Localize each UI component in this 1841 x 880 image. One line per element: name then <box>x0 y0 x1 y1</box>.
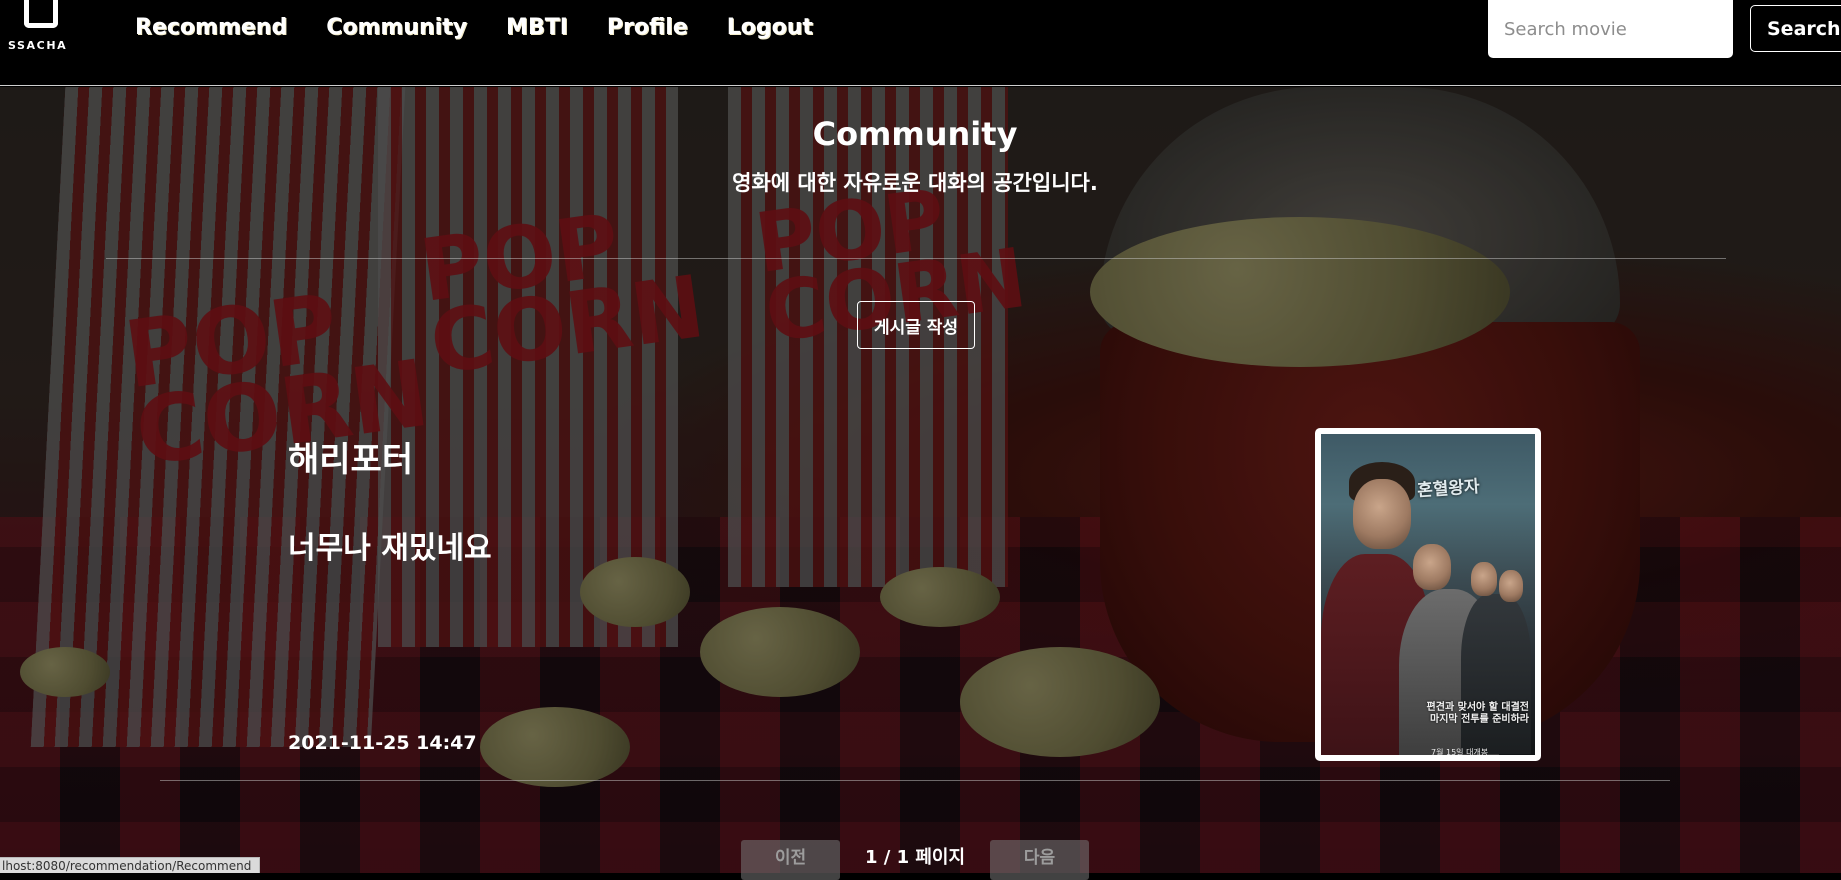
pagination: 이전 1 / 1 페이지 다음 <box>741 840 1091 880</box>
nav-link-profile[interactable]: Profile <box>607 12 688 44</box>
poster-image: 혼혈왕자 편견과 맞서야 할 대결전 마지막 전투를 준비하라 7월 15일 대… <box>1321 434 1535 755</box>
movie-poster[interactable]: 혼혈왕자 편견과 맞서야 할 대결전 마지막 전투를 준비하라 7월 15일 대… <box>1315 428 1541 761</box>
divider <box>106 258 1726 259</box>
prev-page-button[interactable]: 이전 <box>741 840 840 880</box>
poster-face <box>1471 562 1497 596</box>
community-page: Community 영화에 대한 자유로운 대화의 공간입니다. 게시글 작성 … <box>0 87 1841 880</box>
browser-status-url: lhost:8080/recommendation/Recommend <box>0 857 261 873</box>
poster-face <box>1353 479 1411 549</box>
post-title[interactable]: 해리포터 <box>288 432 413 481</box>
top-navbar: SSACHA Recommend Community MBTI Profile … <box>0 0 1841 86</box>
nav-links: Recommend Community MBTI Profile Logout <box>135 12 852 44</box>
poster-caption: 편견과 맞서야 할 대결전 마지막 전투를 준비하라 <box>1426 702 1529 725</box>
poster-figure <box>1461 594 1531 754</box>
page-title: Community <box>812 115 1018 153</box>
ssacha-logo[interactable]: SSACHA <box>8 0 84 52</box>
search-input[interactable] <box>1488 0 1733 58</box>
post-date: 2021-11-25 14:47 <box>288 732 477 754</box>
nav-link-recommend[interactable]: Recommend <box>135 12 287 44</box>
nav-link-community[interactable]: Community <box>326 12 467 44</box>
poster-release-date: 7월 15일 대개봉 <box>1431 748 1489 755</box>
page-subtitle: 영화에 대한 자유로운 대화의 공간입니다. <box>732 171 1098 195</box>
poster-title-text: 혼혈왕자 <box>1416 476 1481 502</box>
logo-text: SSACHA <box>8 39 68 52</box>
next-page-button[interactable]: 다음 <box>990 840 1089 880</box>
poster-face <box>1499 570 1523 602</box>
poster-face <box>1413 544 1451 590</box>
nav-link-mbti[interactable]: MBTI <box>506 12 568 44</box>
post-body: 너무나 재밌네요 <box>288 531 492 566</box>
logo-mark-icon <box>24 0 58 28</box>
nav-link-logout[interactable]: Logout <box>727 12 813 44</box>
write-post-button[interactable]: 게시글 작성 <box>857 301 975 349</box>
search-button[interactable]: Search <box>1750 5 1841 52</box>
divider <box>160 780 1670 781</box>
page-indicator: 1 / 1 페이지 <box>864 847 966 868</box>
